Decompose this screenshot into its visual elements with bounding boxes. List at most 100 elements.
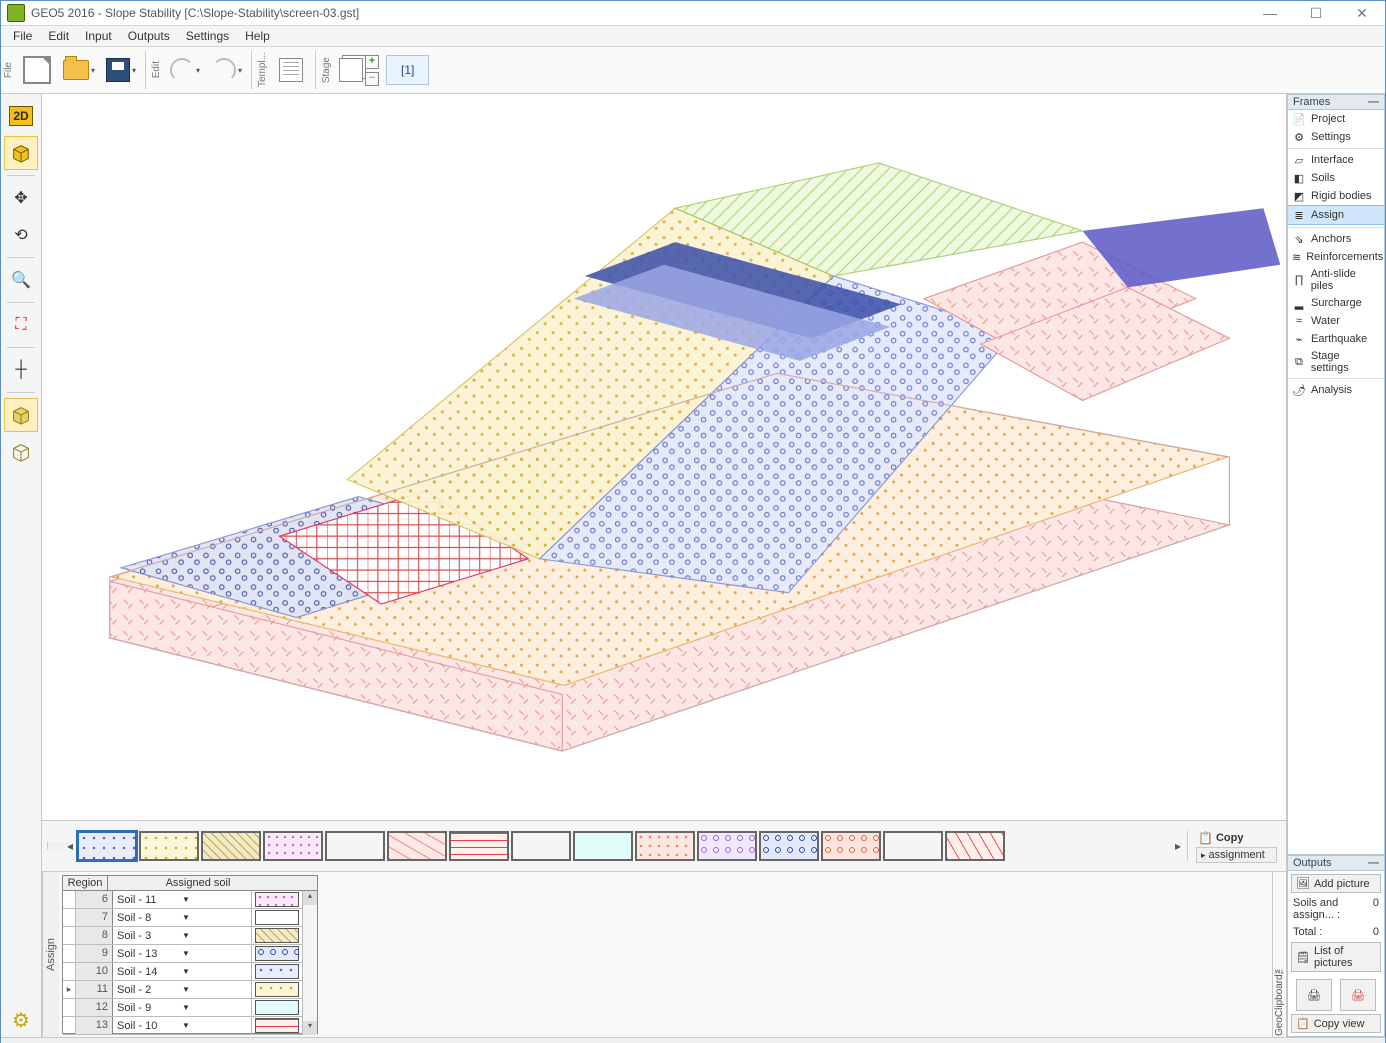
soil-dropdown[interactable]: Soil - 11▼ xyxy=(113,891,252,908)
palette-swatch-11[interactable] xyxy=(759,831,819,861)
table-row[interactable]: 12Soil - 9▼ xyxy=(63,999,302,1017)
frame-item-anchors[interactable]: ⇘Anchors xyxy=(1288,230,1384,248)
palette-swatch-8[interactable] xyxy=(573,831,633,861)
print-button[interactable]: 🖨 xyxy=(1296,979,1332,1011)
stage-tab-1[interactable]: [1] xyxy=(386,55,429,85)
frame-item-settings[interactable]: ⚙Settings xyxy=(1288,128,1384,146)
table-row[interactable]: 6Soil - 11▼ xyxy=(63,891,302,909)
menu-outputs[interactable]: Outputs xyxy=(120,27,178,45)
palette-swatch-3[interactable] xyxy=(263,831,323,861)
fit-view-button[interactable]: ⛶ xyxy=(4,308,38,342)
palette-swatch-4[interactable] xyxy=(325,831,385,861)
soil-dropdown[interactable]: Soil - 10▼ xyxy=(113,1017,252,1034)
soil-dropdown[interactable]: Soil - 14▼ xyxy=(113,963,252,980)
frame-label: Settings xyxy=(1311,131,1351,143)
view-2d-button[interactable]: 2D xyxy=(4,99,38,133)
frame-item-soils[interactable]: ◧Soils xyxy=(1288,169,1384,187)
frame-item-water[interactable]: ≈Water xyxy=(1288,312,1384,330)
frame-item-project[interactable]: 📄Project xyxy=(1288,110,1384,128)
solid-view-button[interactable] xyxy=(4,398,38,432)
settings-gear-button[interactable]: ⚙ xyxy=(4,1003,38,1037)
zoom-window-button[interactable]: 🔍 xyxy=(4,263,38,297)
stage-icon xyxy=(339,58,363,82)
frame-item-rigid-bodies[interactable]: ◩Rigid bodies xyxy=(1288,187,1384,205)
chevron-down-icon: ▼ xyxy=(182,931,247,940)
wire-view-button[interactable] xyxy=(4,435,38,469)
frame-item-anti-slide-piles[interactable]: ∏Anti-slide piles xyxy=(1288,266,1384,294)
template-icon xyxy=(279,58,303,82)
region-number: 11 xyxy=(76,981,113,998)
frame-label: Assign xyxy=(1311,209,1344,221)
save-file-button[interactable]: ▾ xyxy=(102,51,140,89)
outputs-minimize[interactable]: — xyxy=(1368,857,1379,869)
pan-button[interactable]: ✥ xyxy=(4,181,38,215)
menu-edit[interactable]: Edit xyxy=(40,27,77,45)
soil-dropdown[interactable]: Soil - 3▼ xyxy=(113,927,252,944)
palette-swatch-13[interactable] xyxy=(883,831,943,861)
soil-name: Soil - 10 xyxy=(117,1020,182,1032)
stage-manager-button[interactable]: +− xyxy=(336,51,382,89)
frame-icon: 🌶 xyxy=(1292,383,1306,397)
palette-swatch-14[interactable] xyxy=(945,831,1005,861)
menu-file[interactable]: File xyxy=(5,27,40,45)
print-color-button[interactable]: 🖨 xyxy=(1340,979,1376,1011)
palette-swatch-2[interactable] xyxy=(201,831,261,861)
palette-swatch-12[interactable] xyxy=(821,831,881,861)
new-file-button[interactable] xyxy=(18,51,56,89)
undo-button[interactable]: ▾ xyxy=(166,51,204,89)
soil-dropdown[interactable]: Soil - 2▼ xyxy=(113,981,252,998)
view-3d-button[interactable] xyxy=(4,136,38,170)
chevron-down-icon: ▼ xyxy=(182,1003,247,1012)
frame-item-reinforcements[interactable]: ≋Reinforcements xyxy=(1288,248,1384,266)
table-row[interactable]: 13Soil - 10▼ xyxy=(63,1017,302,1035)
table-scrollbar[interactable]: ▴▾ xyxy=(302,891,317,1035)
table-row[interactable]: 7Soil - 8▼ xyxy=(63,909,302,927)
3d-viewport[interactable] xyxy=(42,94,1286,820)
table-row[interactable]: 10Soil - 14▼ xyxy=(63,963,302,981)
soil-dropdown[interactable]: Soil - 8▼ xyxy=(113,909,252,926)
list-pictures-button[interactable]: 🗒List of pictures xyxy=(1291,942,1381,972)
frames-minimize[interactable]: — xyxy=(1368,96,1379,108)
frame-item-surcharge[interactable]: ▂Surcharge xyxy=(1288,294,1384,312)
frame-item-assign[interactable]: ≣Assign xyxy=(1288,205,1384,225)
save-icon xyxy=(106,58,130,82)
palette-prev[interactable]: ◂ xyxy=(65,831,75,861)
frame-label: Stage settings xyxy=(1311,350,1380,374)
clipboard-assignment-row[interactable]: ▸ assignment xyxy=(1196,847,1277,863)
menu-settings[interactable]: Settings xyxy=(178,27,237,45)
table-row[interactable]: 9Soil - 13▼ xyxy=(63,945,302,963)
add-picture-button[interactable]: 🖼Add picture xyxy=(1291,874,1381,893)
frame-item-stage-settings[interactable]: ⧉Stage settings xyxy=(1288,348,1384,376)
maximize-button[interactable]: ☐ xyxy=(1293,1,1339,25)
palette-swatch-1[interactable] xyxy=(139,831,199,861)
soil-dropdown[interactable]: Soil - 9▼ xyxy=(113,999,252,1016)
frame-item-analysis[interactable]: 🌶Analysis xyxy=(1288,381,1384,399)
soil-dropdown[interactable]: Soil - 13▼ xyxy=(113,945,252,962)
table-row[interactable]: ▸11Soil - 2▼ xyxy=(63,981,302,999)
palette-swatch-9[interactable] xyxy=(635,831,695,861)
menu-help[interactable]: Help xyxy=(237,27,278,45)
redo-button[interactable]: ▾ xyxy=(208,51,246,89)
palette-swatch-6[interactable] xyxy=(449,831,509,861)
table-row[interactable]: 8Soil - 3▼ xyxy=(63,927,302,945)
region-number: 9 xyxy=(76,945,113,962)
palette-next[interactable]: ▸ xyxy=(1173,831,1183,861)
close-button[interactable]: ✕ xyxy=(1339,1,1385,25)
assign-table: Region Assigned soil 6Soil - 11▼7Soil - … xyxy=(62,875,318,1034)
copy-view-button[interactable]: 📋Copy view xyxy=(1291,1014,1381,1033)
minimize-button[interactable]: — xyxy=(1247,1,1293,25)
palette-swatch-10[interactable] xyxy=(697,831,757,861)
template-button[interactable] xyxy=(272,51,310,89)
frame-label: Surcharge xyxy=(1311,297,1362,309)
soil-swatch xyxy=(255,1018,299,1033)
palette-swatch-0[interactable] xyxy=(77,831,137,861)
orbit-button[interactable]: ⟲ xyxy=(4,218,38,252)
frame-item-interface[interactable]: ▱Interface xyxy=(1288,151,1384,169)
palette-swatch-7[interactable] xyxy=(511,831,571,861)
chevron-down-icon: ▼ xyxy=(182,967,247,976)
axes-button[interactable]: ┼ xyxy=(4,353,38,387)
open-file-button[interactable]: ▾ xyxy=(60,51,98,89)
palette-swatch-5[interactable] xyxy=(387,831,447,861)
menu-input[interactable]: Input xyxy=(77,27,120,45)
frame-item-earthquake[interactable]: ⌁Earthquake xyxy=(1288,330,1384,348)
